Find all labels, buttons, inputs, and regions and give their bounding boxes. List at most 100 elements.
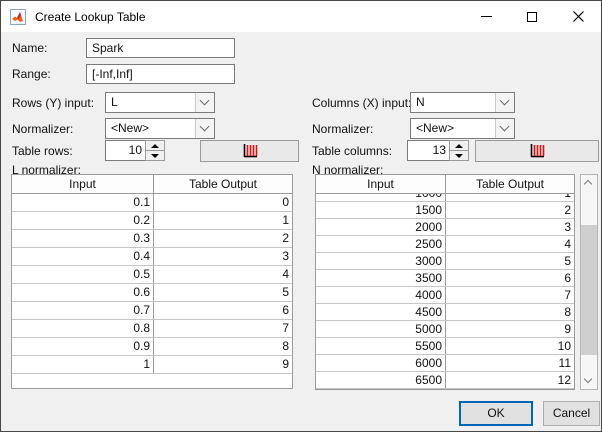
- table-rows-label: Table rows:: [12, 144, 73, 158]
- table-row: 0.6 5: [12, 284, 292, 302]
- column-header-table-output[interactable]: Table Output: [446, 175, 574, 193]
- table-cell[interactable]: 12: [446, 372, 574, 388]
- table-cell[interactable]: 0.9: [12, 338, 154, 355]
- table-row: 2500 4: [316, 236, 574, 253]
- table-cell[interactable]: 7: [446, 287, 574, 303]
- table-cell[interactable]: 0.2: [12, 212, 154, 229]
- table-cell[interactable]: 6: [154, 302, 292, 319]
- table-cell[interactable]: 2: [154, 230, 292, 247]
- table-columns-input[interactable]: 13: [407, 140, 450, 161]
- table-cell[interactable]: 6000: [316, 355, 446, 371]
- table-cell[interactable]: 3500: [316, 270, 446, 286]
- table-cell[interactable]: 6: [446, 270, 574, 286]
- columns-histogram-button[interactable]: [475, 140, 599, 162]
- dialog-body: Name: Spark Range: [-Inf,Inf] Rows (Y) i…: [2, 32, 600, 430]
- minimize-icon: [480, 16, 492, 17]
- chevron-down-icon: [195, 93, 214, 112]
- table-cell[interactable]: 0.3: [12, 230, 154, 247]
- table-cell[interactable]: 4500: [316, 304, 446, 320]
- table-cell[interactable]: 1: [12, 356, 154, 373]
- table-row: 1500 2: [316, 202, 574, 219]
- table-cell[interactable]: 8: [446, 304, 574, 320]
- column-header-table-output[interactable]: Table Output: [154, 175, 292, 193]
- table-cell[interactable]: 2500: [316, 236, 446, 252]
- right-normalizer-combobox[interactable]: <New>: [410, 118, 515, 139]
- table-cell[interactable]: 3: [154, 248, 292, 265]
- table-row: 0.5 4: [12, 266, 292, 284]
- scroll-down-button[interactable]: [581, 373, 597, 389]
- maximize-button[interactable]: [509, 1, 555, 32]
- chevron-down-icon: [583, 374, 593, 384]
- ok-button[interactable]: OK: [459, 401, 533, 426]
- columns-input-combobox[interactable]: N: [410, 92, 515, 113]
- triangle-down-icon: [455, 153, 463, 158]
- table-cell[interactable]: 1500: [316, 202, 446, 218]
- column-header-input[interactable]: Input: [12, 175, 154, 193]
- left-normalizer-label: Normalizer:: [12, 122, 74, 136]
- table-cell[interactable]: 3000: [316, 253, 446, 269]
- table-row: 6500 12: [316, 372, 574, 389]
- column-header-input[interactable]: Input: [316, 175, 446, 193]
- l-normalizer-table: Input Table Output 0.1 0 0.2 1 0.3 2 0.4 3 0.5 4 0…: [11, 174, 293, 389]
- table-cell[interactable]: 2000: [316, 219, 446, 235]
- table-cell[interactable]: 5: [446, 253, 574, 269]
- rows-histogram-button[interactable]: [200, 140, 299, 162]
- table-row: 0.2 1: [12, 212, 292, 230]
- name-input[interactable]: Spark: [86, 38, 235, 58]
- table-rows-input[interactable]: 10: [105, 140, 146, 161]
- cancel-button[interactable]: Cancel: [543, 401, 600, 426]
- table-cell[interactable]: 1: [446, 194, 574, 201]
- table-cell[interactable]: 2: [446, 202, 574, 218]
- table-cell[interactable]: 4: [446, 236, 574, 252]
- table-cell[interactable]: 6500: [316, 372, 446, 388]
- rows-input-label: Rows (Y) input:: [12, 96, 95, 110]
- table-row: 6000 11: [316, 355, 574, 372]
- spinner-up-button[interactable]: [145, 140, 165, 151]
- table-cell[interactable]: 11: [446, 355, 574, 371]
- table-cell[interactable]: 0.6: [12, 284, 154, 301]
- left-normalizer-combobox[interactable]: <New>: [105, 118, 215, 139]
- table-cell[interactable]: 5000: [316, 321, 446, 337]
- spinner-up-button[interactable]: [449, 140, 469, 151]
- table-cell[interactable]: 8: [154, 338, 292, 355]
- table-cell[interactable]: 1000: [316, 194, 446, 201]
- minimize-button[interactable]: [463, 1, 509, 32]
- range-input[interactable]: [-Inf,Inf]: [86, 64, 235, 84]
- table-cell[interactable]: 9: [446, 321, 574, 337]
- table-cell[interactable]: 0: [154, 194, 292, 211]
- spinner-down-button[interactable]: [145, 151, 165, 161]
- table-cell[interactable]: 0.8: [12, 320, 154, 337]
- title-bar[interactable]: Create Lookup Table: [1, 1, 601, 32]
- vertical-scrollbar[interactable]: [580, 174, 598, 390]
- right-normalizer-value: <New>: [416, 121, 455, 135]
- table-cell[interactable]: 0.1: [12, 194, 154, 211]
- window-title: Create Lookup Table: [35, 9, 146, 24]
- table-cell[interactable]: 9: [154, 356, 292, 373]
- table-cell[interactable]: 7: [154, 320, 292, 337]
- table-row: 10001: [316, 194, 574, 202]
- table-row: 4000 7: [316, 287, 574, 304]
- table-cell[interactable]: 3: [446, 219, 574, 235]
- table-cell[interactable]: 10: [446, 338, 574, 354]
- table-cell[interactable]: 4: [154, 266, 292, 283]
- table-cell[interactable]: 1: [154, 212, 292, 229]
- table-row: 19: [12, 356, 292, 374]
- table-cell[interactable]: 5: [154, 284, 292, 301]
- table-cell[interactable]: 5500: [316, 338, 446, 354]
- scrollbar-thumb[interactable]: [581, 225, 597, 355]
- table-row: 5000 9: [316, 321, 574, 338]
- scrollbar-track[interactable]: [581, 191, 597, 373]
- rows-input-combobox[interactable]: L: [105, 92, 215, 113]
- table-cell[interactable]: 0.5: [12, 266, 154, 283]
- table-cell[interactable]: 0.7: [12, 302, 154, 319]
- right-normalizer-label: Normalizer:: [312, 122, 374, 136]
- table-cell[interactable]: 0.4: [12, 248, 154, 265]
- table-row: 4500 8: [316, 304, 574, 321]
- close-button[interactable]: [555, 1, 601, 32]
- histogram-icon: [530, 144, 545, 158]
- scroll-up-button[interactable]: [581, 175, 597, 191]
- table-cell[interactable]: 4000: [316, 287, 446, 303]
- maximize-icon: [527, 11, 537, 22]
- spinner-down-button[interactable]: [449, 151, 469, 161]
- columns-input-value: N: [416, 95, 425, 109]
